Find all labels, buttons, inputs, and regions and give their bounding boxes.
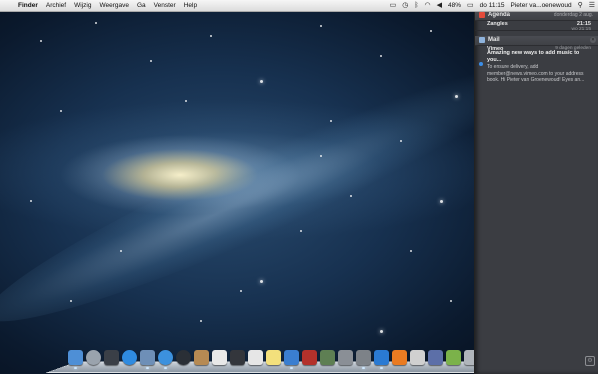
itunes-icon[interactable] xyxy=(284,350,299,369)
display-mirror-icon[interactable]: ▭ xyxy=(387,0,400,11)
notification-center: Agenda donderdag 2 aug. Zangles 21:15 wo… xyxy=(474,0,598,374)
star xyxy=(260,80,263,83)
mail-icon xyxy=(479,37,485,43)
menu-finder[interactable]: Finder xyxy=(14,0,42,11)
close-icon[interactable]: × xyxy=(590,37,596,43)
star xyxy=(240,290,242,292)
battery-percentage[interactable]: 48% xyxy=(445,0,464,11)
running-indicator xyxy=(146,367,149,369)
battery-icon[interactable]: ▭ xyxy=(464,0,477,11)
star xyxy=(150,60,152,62)
notification-center-icon[interactable]: ☰ xyxy=(586,0,598,11)
user-menu[interactable]: Pieter va...oenewoud xyxy=(508,0,575,11)
mail-notification[interactable]: Amazing new ways to add music to you... … xyxy=(487,50,595,84)
preview-icon[interactable] xyxy=(248,350,263,365)
star xyxy=(95,22,97,24)
running-indicator xyxy=(164,367,167,369)
notes-icon[interactable] xyxy=(266,350,281,365)
event-time: 21:15 xyxy=(576,21,591,27)
star xyxy=(400,140,402,142)
keynote-icon[interactable] xyxy=(428,350,443,365)
calendar-icon[interactable] xyxy=(212,350,227,365)
star xyxy=(60,110,62,112)
menu-ga[interactable]: Ga xyxy=(133,0,150,11)
system-preferences-icon[interactable] xyxy=(356,350,371,369)
running-indicator xyxy=(362,367,365,369)
running-indicator xyxy=(290,367,293,369)
calendar-icon xyxy=(479,12,485,18)
mail-subject: Amazing new ways to add music to you... xyxy=(487,50,580,63)
status-area: ▭ ◷ ᛒ ◠ ◀ 48% ▭ do 11:15 Pieter va...oen… xyxy=(387,0,598,11)
volume-icon[interactable]: ◀ xyxy=(434,0,445,11)
mission-control-icon[interactable] xyxy=(104,350,119,365)
menu-weergave[interactable]: Weergave xyxy=(95,0,133,11)
star xyxy=(200,320,202,322)
star xyxy=(185,100,187,102)
agenda-date: donderdag 2 aug. xyxy=(553,12,593,18)
star xyxy=(350,195,352,197)
star xyxy=(320,25,322,27)
star xyxy=(410,250,412,252)
spotlight-icon[interactable]: ⚲ xyxy=(575,0,586,11)
time-machine-icon[interactable]: ◷ xyxy=(399,0,411,11)
menu-help[interactable]: Help xyxy=(180,0,201,11)
star xyxy=(330,120,332,122)
menu-archief[interactable]: Archief xyxy=(42,0,70,11)
mail-preview: To ensure delivery, add member@news.vime… xyxy=(487,64,585,83)
menu-venster[interactable]: Venster xyxy=(150,0,180,11)
bluetooth-icon[interactable]: ᛒ xyxy=(411,0,421,11)
star xyxy=(70,300,72,302)
menu-bar: Finder Archief Wijzig Weergave Ga Venste… xyxy=(0,0,598,12)
mail-header[interactable]: Mail × xyxy=(475,36,598,46)
star xyxy=(440,200,443,203)
app-store-icon[interactable] xyxy=(122,350,137,365)
star xyxy=(380,55,382,57)
word-icon[interactable] xyxy=(374,350,389,369)
launchpad-icon[interactable] xyxy=(86,350,101,365)
mail-title: Mail xyxy=(488,37,500,43)
star xyxy=(380,330,383,333)
star xyxy=(260,280,263,283)
image-capture-icon[interactable] xyxy=(338,350,353,365)
agenda-title: Agenda xyxy=(488,12,511,18)
running-indicator xyxy=(74,367,77,369)
finder-icon[interactable] xyxy=(68,350,83,369)
vlc-icon[interactable] xyxy=(392,350,407,365)
nc-divider xyxy=(475,30,598,31)
photo-booth-red-icon[interactable] xyxy=(302,350,317,365)
agenda-header[interactable]: Agenda donderdag 2 aug. xyxy=(475,11,598,21)
facetime-icon[interactable] xyxy=(176,350,191,365)
unread-dot xyxy=(479,62,483,66)
star xyxy=(30,200,32,202)
iphoto-icon[interactable] xyxy=(320,350,335,365)
numbers-icon[interactable] xyxy=(446,350,461,365)
star xyxy=(430,30,432,32)
contacts-icon[interactable] xyxy=(194,350,209,365)
safari-icon[interactable] xyxy=(158,350,173,369)
photo-booth-icon[interactable] xyxy=(230,350,245,365)
running-indicator xyxy=(380,367,383,369)
menu-wijzig[interactable]: Wijzig xyxy=(70,0,95,11)
clock[interactable]: do 11:15 xyxy=(477,0,508,11)
star xyxy=(320,155,322,157)
star xyxy=(210,35,212,37)
star xyxy=(450,300,452,302)
event-name: Zangles xyxy=(487,21,508,27)
star xyxy=(120,250,122,252)
pages-icon[interactable] xyxy=(410,350,425,365)
star xyxy=(455,95,458,98)
wifi-icon[interactable]: ◠ xyxy=(422,0,434,11)
settings-icon[interactable]: ⚙ xyxy=(585,356,595,366)
star xyxy=(300,230,302,232)
mail-icon[interactable] xyxy=(140,350,155,369)
star xyxy=(40,40,42,42)
